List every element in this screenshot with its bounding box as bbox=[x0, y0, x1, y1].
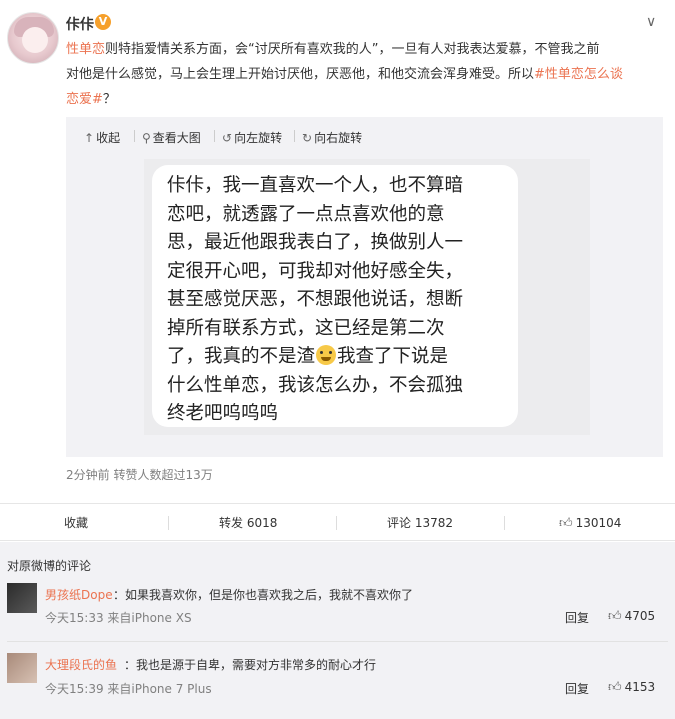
commenter-avatar[interactable] bbox=[7, 583, 37, 613]
media-toolbar: ↑ 收起 ⚲ 查看大图 ↺ 向左旋转 ↻ 向右旋转 bbox=[66, 117, 663, 155]
comment-like-button[interactable]: 👍︎ 4153 bbox=[608, 680, 655, 695]
comment-text: ：我也是源于自卑，需要对方非常多的耐心才行 bbox=[124, 658, 377, 672]
chat-line: 定很开心吧，可我却对他好感全失， bbox=[167, 260, 464, 282]
collapse-icon: ↑ bbox=[84, 131, 95, 145]
chat-line: 了，我真的不是渣 我查了下说是 bbox=[167, 343, 512, 372]
chat-screenshot-image[interactable]: 佧佧，我一直喜欢一个人，也不算暗 恋吧，就透露了一点点喜欢他的意 思，最近他跟我… bbox=[144, 159, 590, 435]
chat-line: 什么性单恋，我该怎么办，不会孤独 bbox=[167, 374, 464, 396]
rotate-left-button[interactable]: ↺ 向左旋转 bbox=[222, 129, 282, 146]
commenter-name[interactable]: 大理段氏的鱼 bbox=[45, 656, 117, 673]
chat-line: 佧佧，我一直喜欢一个人，也不算暗 bbox=[167, 175, 464, 196]
comments-section: 对原微博的评论 男孩纸Dope ：如果我喜欢你，但是你也喜欢我之后，我就不喜欢你… bbox=[0, 542, 675, 719]
comment-button[interactable]: 评论 13782 bbox=[387, 504, 453, 542]
avatar-face bbox=[22, 27, 48, 53]
post-text-line: 恋爱#？ bbox=[66, 87, 666, 112]
repost-button[interactable]: 转发 6018 bbox=[219, 504, 277, 542]
chat-line: 掉所有联系方式，这已经是第二次 bbox=[167, 317, 445, 339]
hashtag-link[interactable]: #性单恋怎么谈 bbox=[534, 67, 623, 82]
comment-text: ：如果我喜欢你，但是你也喜欢我之后，我就不喜欢你了 bbox=[113, 588, 414, 602]
thumbs-up-icon: 👍︎ bbox=[608, 609, 622, 624]
commenter-name[interactable]: 男孩纸Dope bbox=[45, 586, 113, 603]
weibo-post: 佧佧 V ∨ 性单恋则特指爱情关系方面，会“讨厌所有喜欢我的人”，一旦有人对我表… bbox=[0, 0, 675, 503]
commenter-avatar[interactable] bbox=[7, 653, 37, 683]
reply-button[interactable]: 回复 bbox=[565, 680, 589, 697]
comment-time: 今天15:39 来自iPhone 7 Plus bbox=[45, 682, 212, 696]
hashtag-link[interactable]: 恋爱# bbox=[66, 92, 103, 107]
collapse-button[interactable]: ↑ 收起 bbox=[84, 129, 120, 146]
post-text-segment: 则特指爱情关系方面，会“讨厌所有喜欢我的人”，一旦有人对我表达爱慕，不管我之前 bbox=[105, 42, 600, 57]
chat-line: 恋吧，就透露了一点点喜欢他的意 bbox=[167, 203, 445, 225]
media-viewer: ↑ 收起 ⚲ 查看大图 ↺ 向左旋转 ↻ 向右旋转 佧佧，我一直喜欢一个人，也不算暗 恋… bbox=[66, 117, 663, 457]
action-divider bbox=[168, 516, 169, 530]
chat-bubble: 佧佧，我一直喜欢一个人，也不算暗 恋吧，就透露了一点点喜欢他的意 思，最近他跟我… bbox=[152, 165, 518, 427]
comment-time: 今天15:33 来自iPhone XS bbox=[45, 611, 192, 625]
reply-button[interactable]: 回复 bbox=[565, 609, 589, 626]
view-large-label: 查看大图 bbox=[152, 131, 201, 145]
toolbar-divider bbox=[214, 130, 215, 142]
comments-title: 对原微博的评论 bbox=[7, 559, 92, 573]
thumbs-up-icon: 👍︎ bbox=[559, 516, 573, 531]
post-meta: 2分钟前 转赞人数超过13万 bbox=[66, 468, 213, 482]
thumbs-up-icon: 👍︎ bbox=[608, 680, 622, 695]
crying-emoji-icon bbox=[316, 345, 337, 365]
view-large-button[interactable]: ⚲ 查看大图 bbox=[142, 129, 201, 146]
toolbar-divider bbox=[134, 130, 135, 142]
action-divider bbox=[336, 516, 337, 530]
chat-bubble-text: 佧佧，我一直喜欢一个人，也不算暗 恋吧，就透露了一点点喜欢他的意 思，最近他跟我… bbox=[167, 172, 512, 429]
rotate-left-label: 向左旋转 bbox=[234, 131, 283, 145]
collapse-label: 收起 bbox=[96, 131, 121, 145]
rotate-left-icon: ↺ bbox=[222, 131, 233, 145]
rotate-right-icon: ↻ bbox=[302, 131, 313, 145]
user-avatar[interactable] bbox=[7, 12, 59, 64]
post-text: 性单恋则特指爱情关系方面，会“讨厌所有喜欢我的人”，一旦有人对我表达爱慕，不管我… bbox=[66, 37, 666, 112]
post-text-line: 对他是什么感觉，马上会生理上开始讨厌他，厌恶他，和他交流会浑身难受。所以#性单恋… bbox=[66, 62, 666, 87]
chat-line: 终老吧呜呜呜 bbox=[167, 403, 279, 424]
favorite-button[interactable]: 收藏 bbox=[64, 504, 88, 542]
post-username[interactable]: 佧佧 bbox=[66, 14, 94, 34]
like-count: 130104 bbox=[575, 516, 622, 530]
comment-like-count: 4705 bbox=[624, 609, 656, 623]
chevron-down-icon[interactable]: ∨ bbox=[646, 14, 656, 30]
rotate-right-button[interactable]: ↻ 向右旋转 bbox=[302, 129, 362, 146]
hashtag-link[interactable]: 性单恋 bbox=[66, 42, 105, 57]
comment-like-button[interactable]: 👍︎ 4705 bbox=[608, 609, 655, 624]
chat-line-segment: 我查了下说是 bbox=[337, 346, 449, 367]
post-text-line: 性单恋则特指爱情关系方面，会“讨厌所有喜欢我的人”，一旦有人对我表达爱慕，不管我… bbox=[66, 37, 666, 62]
action-bar: 收藏 转发 6018 评论 13782 👍︎ 130104 bbox=[0, 503, 675, 541]
toolbar-divider bbox=[294, 130, 295, 142]
verified-badge-icon: V bbox=[95, 14, 111, 30]
rotate-right-label: 向右旋转 bbox=[314, 131, 363, 145]
comment-like-count: 4153 bbox=[624, 680, 656, 694]
comment-divider bbox=[7, 641, 668, 642]
post-text-segment: ？ bbox=[102, 92, 116, 107]
chat-line: 甚至感觉厌恶，不想跟他说话，想断 bbox=[167, 289, 464, 310]
magnifier-icon: ⚲ bbox=[142, 131, 151, 145]
chat-line-segment: 了，我真的不是渣 bbox=[167, 346, 316, 367]
action-divider bbox=[504, 516, 505, 530]
like-button[interactable]: 👍︎ 130104 bbox=[559, 504, 621, 542]
chat-line: 思，最近他跟我表白了，换做别人一 bbox=[167, 232, 464, 253]
post-text-segment: 对他是什么感觉，马上会生理上开始讨厌他，厌恶他，和他交流会浑身难受。所以 bbox=[66, 67, 535, 82]
